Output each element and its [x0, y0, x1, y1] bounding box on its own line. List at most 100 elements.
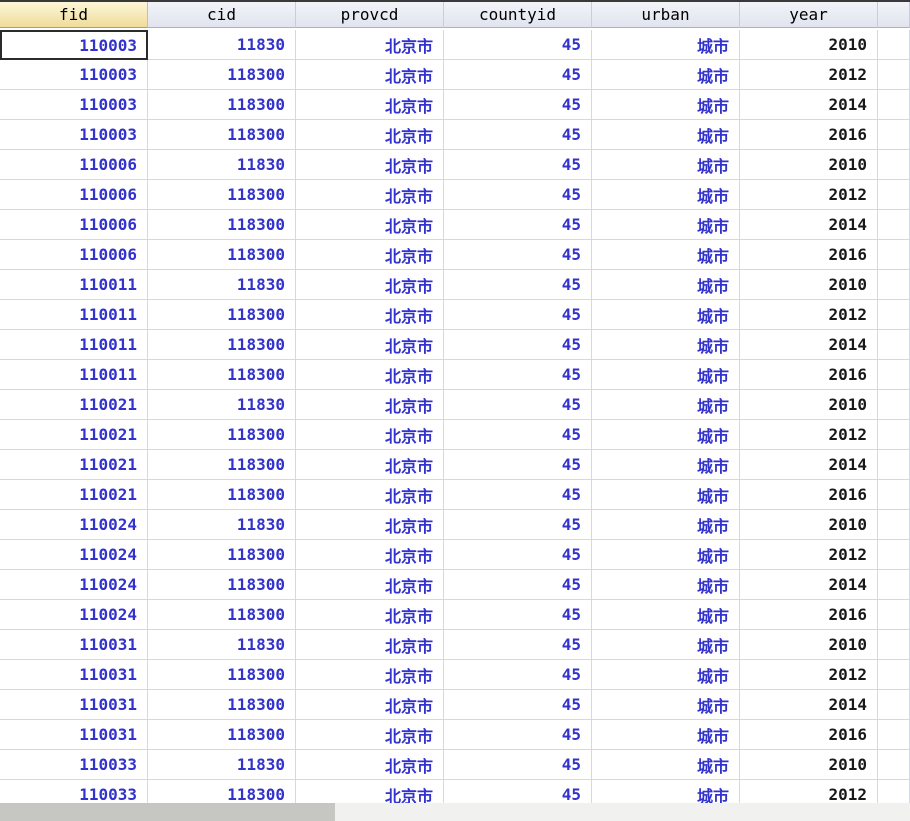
cell-countyid[interactable]: 45	[444, 240, 592, 270]
cell-fid[interactable]: 110031	[0, 720, 148, 750]
cell-countyid[interactable]: 45	[444, 540, 592, 570]
cell-provcd[interactable]: 北京市	[296, 150, 444, 180]
selected-cell[interactable]: 110003	[0, 30, 148, 60]
column-header-cid[interactable]: cid	[148, 2, 296, 28]
cell-cid[interactable]: 11830	[148, 750, 296, 780]
cell-fid[interactable]: 110006	[0, 150, 148, 180]
cell-year[interactable]: 2016	[740, 360, 878, 390]
cell-provcd[interactable]: 北京市	[296, 30, 444, 60]
cell-provcd[interactable]: 北京市	[296, 660, 444, 690]
cell-urban[interactable]: 城市	[592, 720, 740, 750]
cell-countyid[interactable]: 45	[444, 690, 592, 720]
cell-cid[interactable]: 118300	[148, 540, 296, 570]
cell-blank[interactable]	[878, 240, 910, 270]
cell-provcd[interactable]: 北京市	[296, 390, 444, 420]
cell-fid[interactable]: 110006	[0, 210, 148, 240]
cell-fid[interactable]: 110024	[0, 570, 148, 600]
cell-urban[interactable]: 城市	[592, 210, 740, 240]
cell-year[interactable]: 2012	[740, 540, 878, 570]
cell-blank[interactable]	[878, 180, 910, 210]
cell-urban[interactable]: 城市	[592, 300, 740, 330]
cell-provcd[interactable]: 北京市	[296, 120, 444, 150]
cell-cid[interactable]: 11830	[148, 390, 296, 420]
cell-urban[interactable]: 城市	[592, 60, 740, 90]
cell-year[interactable]: 2016	[740, 480, 878, 510]
cell-blank[interactable]	[878, 300, 910, 330]
cell-year[interactable]: 2010	[740, 750, 878, 780]
cell-blank[interactable]	[878, 480, 910, 510]
cell-urban[interactable]: 城市	[592, 240, 740, 270]
cell-fid[interactable]: 110033	[0, 750, 148, 780]
cell-fid[interactable]: 110031	[0, 630, 148, 660]
cell-urban[interactable]: 城市	[592, 540, 740, 570]
cell-fid[interactable]: 110011	[0, 300, 148, 330]
cell-blank[interactable]	[878, 270, 910, 300]
cell-cid[interactable]: 118300	[148, 60, 296, 90]
cell-urban[interactable]: 城市	[592, 600, 740, 630]
cell-year[interactable]: 2010	[740, 510, 878, 540]
cell-cid[interactable]: 118300	[148, 720, 296, 750]
cell-year[interactable]: 2012	[740, 660, 878, 690]
cell-cid[interactable]: 118300	[148, 600, 296, 630]
cell-year[interactable]: 2010	[740, 390, 878, 420]
cell-cid[interactable]: 118300	[148, 240, 296, 270]
cell-blank[interactable]	[878, 690, 910, 720]
cell-fid[interactable]: 110031	[0, 690, 148, 720]
cell-urban[interactable]: 城市	[592, 30, 740, 60]
cell-countyid[interactable]: 45	[444, 570, 592, 600]
cell-countyid[interactable]: 45	[444, 210, 592, 240]
cell-countyid[interactable]: 45	[444, 60, 592, 90]
cell-year[interactable]: 2014	[740, 450, 878, 480]
cell-fid[interactable]: 110006	[0, 180, 148, 210]
cell-cid[interactable]: 118300	[148, 660, 296, 690]
cell-blank[interactable]	[878, 600, 910, 630]
column-header-provcd[interactable]: provcd	[296, 2, 444, 28]
horizontal-scrollbar[interactable]	[0, 803, 910, 821]
cell-blank[interactable]	[878, 510, 910, 540]
cell-fid[interactable]: 110024	[0, 600, 148, 630]
cell-year[interactable]: 2014	[740, 210, 878, 240]
column-header-countyid[interactable]: countyid	[444, 2, 592, 28]
cell-urban[interactable]: 城市	[592, 360, 740, 390]
cell-fid[interactable]: 110021	[0, 480, 148, 510]
cell-fid[interactable]: 110011	[0, 270, 148, 300]
cell-countyid[interactable]: 45	[444, 630, 592, 660]
cell-cid[interactable]: 118300	[148, 120, 296, 150]
cell-year[interactable]: 2010	[740, 270, 878, 300]
cell-blank[interactable]	[878, 210, 910, 240]
cell-year[interactable]: 2014	[740, 690, 878, 720]
cell-countyid[interactable]: 45	[444, 360, 592, 390]
cell-countyid[interactable]: 45	[444, 150, 592, 180]
cell-year[interactable]: 2010	[740, 630, 878, 660]
cell-cid[interactable]: 118300	[148, 90, 296, 120]
cell-provcd[interactable]: 北京市	[296, 630, 444, 660]
cell-blank[interactable]	[878, 90, 910, 120]
cell-countyid[interactable]: 45	[444, 180, 592, 210]
cell-urban[interactable]: 城市	[592, 390, 740, 420]
cell-cid[interactable]: 118300	[148, 570, 296, 600]
column-header-year[interactable]: year	[740, 2, 878, 28]
cell-provcd[interactable]: 北京市	[296, 270, 444, 300]
cell-provcd[interactable]: 北京市	[296, 480, 444, 510]
cell-fid[interactable]: 110021	[0, 450, 148, 480]
cell-year[interactable]: 2014	[740, 570, 878, 600]
cell-provcd[interactable]: 北京市	[296, 600, 444, 630]
cell-urban[interactable]: 城市	[592, 630, 740, 660]
cell-blank[interactable]	[878, 450, 910, 480]
cell-provcd[interactable]: 北京市	[296, 240, 444, 270]
cell-countyid[interactable]: 45	[444, 270, 592, 300]
cell-countyid[interactable]: 45	[444, 420, 592, 450]
cell-year[interactable]: 2016	[740, 600, 878, 630]
cell-blank[interactable]	[878, 60, 910, 90]
column-header-fid[interactable]: fid	[0, 2, 148, 28]
cell-fid[interactable]: 110003	[0, 60, 148, 90]
cell-cid[interactable]: 11830	[148, 510, 296, 540]
cell-year[interactable]: 2010	[740, 30, 878, 60]
cell-year[interactable]: 2014	[740, 90, 878, 120]
cell-urban[interactable]: 城市	[592, 90, 740, 120]
cell-year[interactable]: 2016	[740, 120, 878, 150]
cell-cid[interactable]: 118300	[148, 480, 296, 510]
cell-blank[interactable]	[878, 540, 910, 570]
cell-countyid[interactable]: 45	[444, 510, 592, 540]
cell-provcd[interactable]: 北京市	[296, 570, 444, 600]
